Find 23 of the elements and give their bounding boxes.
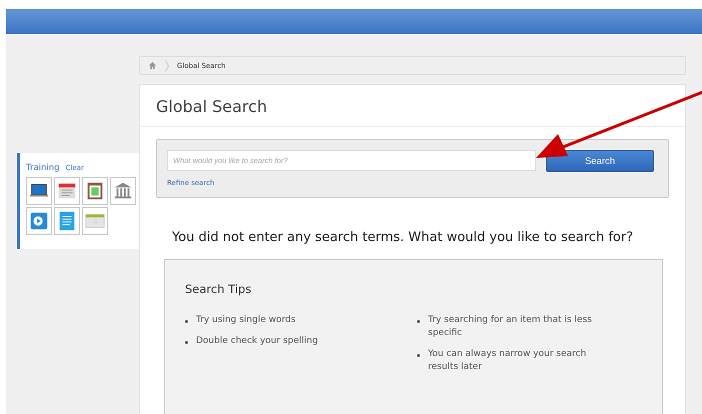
- panel-title: Training: [26, 163, 60, 173]
- tip-text: Try searching for an item that is less specific: [428, 314, 593, 340]
- tile-button[interactable]: [54, 207, 80, 235]
- tile-button[interactable]: [26, 177, 52, 205]
- bullet-icon: [185, 341, 188, 344]
- tile-button[interactable]: [54, 177, 80, 205]
- tile-button[interactable]: [82, 177, 108, 205]
- tile-button[interactable]: [110, 177, 136, 205]
- separator-icon: [165, 60, 169, 72]
- bullet-icon: [417, 320, 420, 323]
- tip-text: You can always narrow your search results later: [428, 348, 588, 374]
- play-icon: [28, 210, 50, 232]
- tip-text: Try using single words: [196, 314, 296, 327]
- tile-button[interactable]: [82, 207, 108, 235]
- message-text: You did not enter any search terms. What would you like to search for?: [172, 230, 634, 245]
- bullet-icon: [185, 320, 188, 323]
- tips-title: Search Tips: [185, 282, 252, 296]
- page-title: Global Search: [140, 85, 685, 127]
- tip-text: Double check your spelling: [196, 335, 318, 348]
- bullet-icon: [417, 354, 420, 358]
- search-button[interactable]: Search: [546, 150, 654, 172]
- home-icon[interactable]: [148, 61, 157, 70]
- tile-button[interactable]: [26, 207, 52, 235]
